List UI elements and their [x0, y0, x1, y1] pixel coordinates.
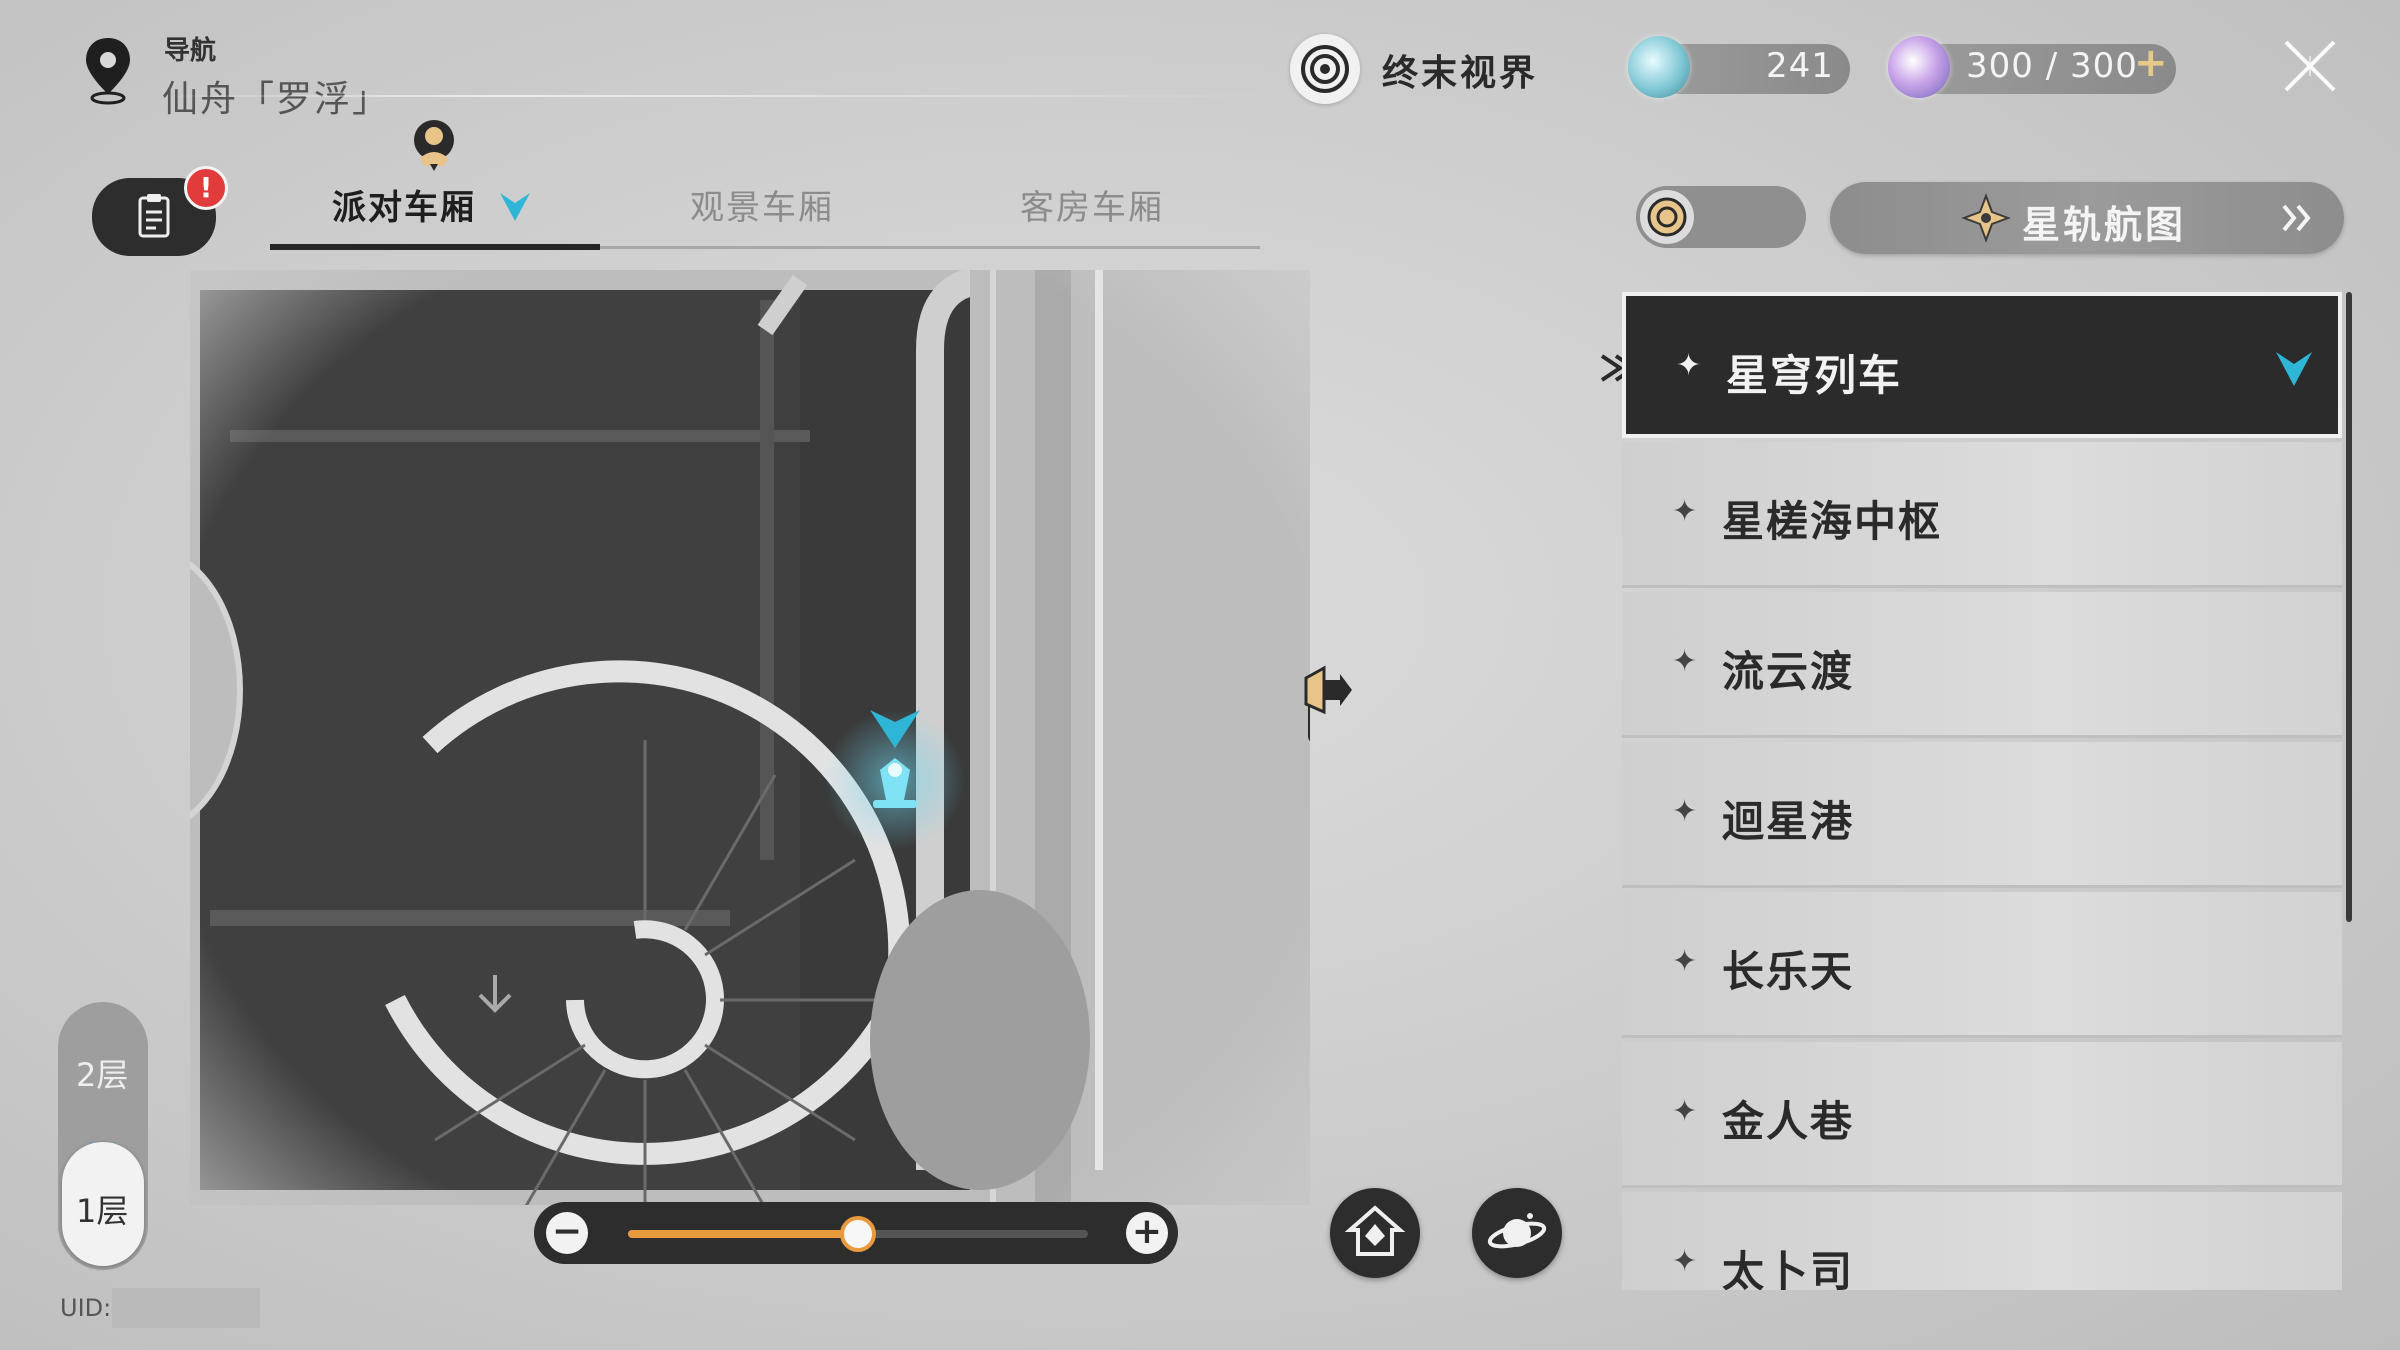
location-list-scrollbar[interactable]	[2346, 292, 2352, 922]
exit-door-icon[interactable]	[1296, 660, 1356, 720]
home-location-icon	[1344, 1205, 1406, 1256]
trailblaze-power-icon	[1888, 36, 1950, 98]
zoom-in-button[interactable]: +	[1126, 1212, 1168, 1254]
current-position-icon	[499, 193, 530, 221]
list-star-icon: ✦	[1672, 494, 1698, 529]
player-marker	[825, 710, 965, 850]
realm-toggle-icon	[1647, 197, 1687, 237]
close-icon[interactable]	[2278, 34, 2342, 98]
tab-guest-car[interactable]: 客房车厢	[1020, 180, 1164, 229]
notification-badge: !	[184, 166, 228, 210]
location-item[interactable]: ✦ 金人巷	[1622, 1042, 2342, 1188]
location-pin-icon	[86, 38, 130, 105]
location-item[interactable]: ✦ 长乐天	[1622, 892, 2342, 1038]
zoom-slider-handle[interactable]	[840, 1216, 876, 1252]
floor-1-label: 1层	[76, 1192, 129, 1230]
star-rail-map-label: 星轨航图	[2022, 203, 2187, 247]
location-name: 星穹列车	[1726, 351, 1903, 400]
location-name: 流云渡	[1722, 647, 1855, 696]
uid-label: UID:	[60, 1294, 112, 1322]
nav-label: 导航	[164, 36, 217, 66]
location-item[interactable]: ✦ 流云渡	[1622, 592, 2342, 738]
zoom-fill	[628, 1230, 858, 1238]
tab-observation-car[interactable]: 观景车厢	[690, 180, 834, 229]
add-power-button[interactable]: +	[2134, 40, 2168, 86]
list-star-icon: ✦	[1676, 348, 1702, 383]
header-divider	[160, 95, 1290, 97]
location-item[interactable]: ✦ 星槎海中枢	[1622, 442, 2342, 588]
planet-view-button[interactable]	[1472, 1188, 1562, 1278]
list-star-icon: ✦	[1672, 1094, 1698, 1129]
map-canvas	[190, 270, 1310, 1205]
npc-marker-icon	[414, 120, 454, 171]
list-star-icon: ✦	[1672, 794, 1698, 829]
current-location-marker-icon	[2276, 352, 2312, 386]
planet-icon	[1487, 1213, 1547, 1249]
zoom-out-button[interactable]: −	[546, 1212, 588, 1254]
tab-label: 派对车厢	[332, 188, 476, 228]
floor-2-button[interactable]: 2层	[76, 1050, 128, 1096]
location-item[interactable]: ✦ 迴星港	[1622, 742, 2342, 888]
list-star-icon: ✦	[1672, 1244, 1698, 1279]
realm-button[interactable]	[1290, 34, 1360, 104]
tab-active-underline	[270, 244, 600, 250]
location-list: ✦ 星穹列车 ✦ 星槎海中枢 ✦ 流云渡 ✦ 迴星港 ✦ 长乐天 ✦ 金人巷 ✦…	[1620, 292, 2348, 1290]
location-name: 迴星港	[1722, 797, 1855, 846]
chevron-right-icon	[2282, 204, 2311, 232]
location-name: 太卜司	[1722, 1247, 1855, 1290]
trailblaze-power-value: 300 / 300	[1966, 46, 2138, 86]
list-star-icon: ✦	[1672, 644, 1698, 679]
realm-label[interactable]: 终末视界	[1382, 44, 1538, 96]
location-item-astral-express[interactable]: ✦ 星穹列车	[1622, 292, 2342, 438]
stellar-jade-value: 241	[1766, 46, 1834, 86]
map-view[interactable]	[190, 270, 1310, 1205]
realm-icon	[1301, 45, 1349, 93]
tab-party-car[interactable]: 派对车厢	[332, 180, 532, 229]
location-name: 长乐天	[1722, 947, 1855, 996]
location-item[interactable]: ✦ 太卜司	[1622, 1192, 2342, 1290]
compass-star-icon	[1961, 193, 2011, 243]
location-name: 星槎海中枢	[1722, 497, 1943, 546]
uid-value-redacted	[112, 1288, 260, 1328]
location-name: 金人巷	[1722, 1097, 1855, 1146]
list-star-icon: ✦	[1672, 944, 1698, 979]
stellar-jade-icon	[1628, 36, 1690, 98]
toggle-knob	[1640, 190, 1694, 244]
recenter-button[interactable]	[1330, 1188, 1420, 1278]
